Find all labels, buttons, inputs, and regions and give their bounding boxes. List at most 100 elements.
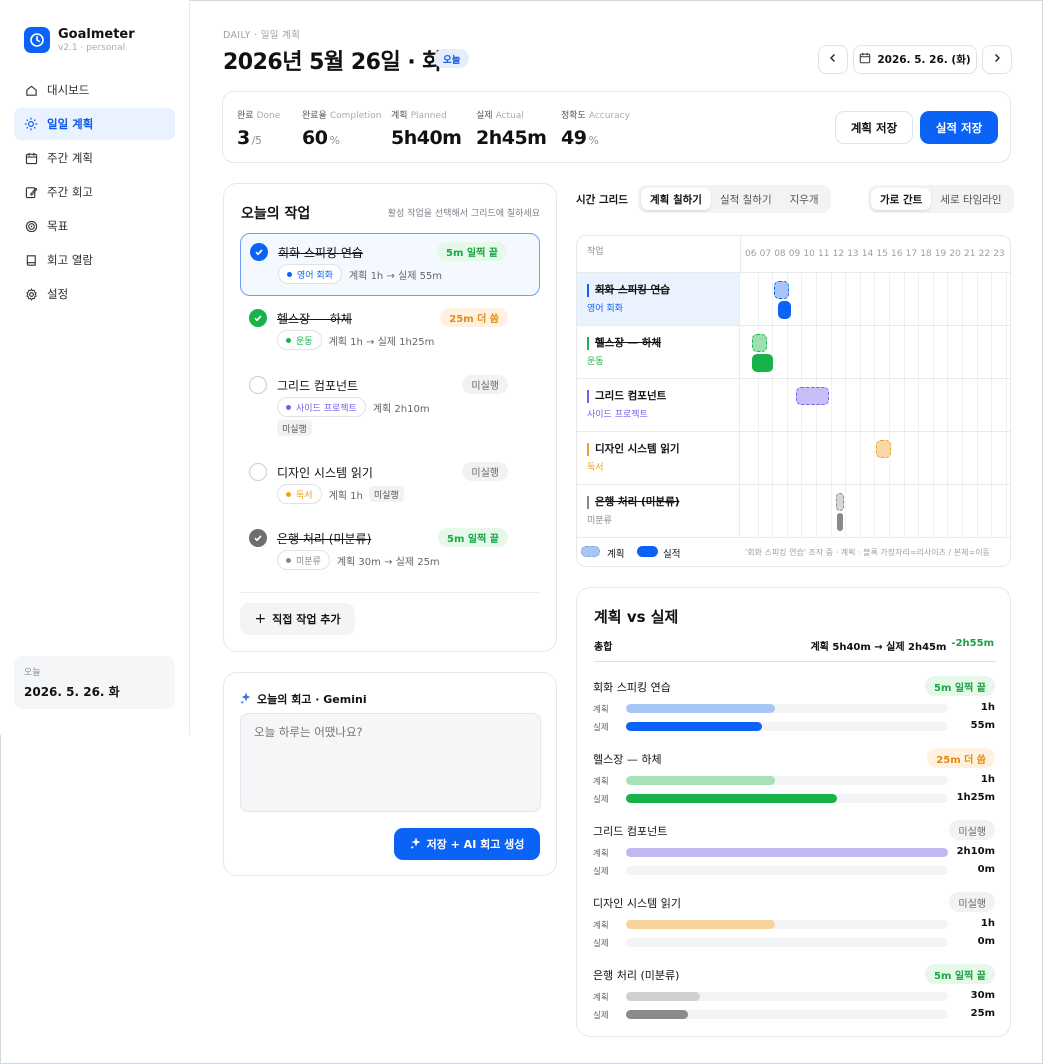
plan-block[interactable] bbox=[876, 440, 891, 458]
tab-paint-actual[interactable]: 실적 칠하기 bbox=[711, 188, 781, 210]
checked-checkbox[interactable] bbox=[250, 243, 268, 261]
add-task-button[interactable]: + 직접 작업 추가 bbox=[240, 603, 355, 635]
actual-value: 0m bbox=[977, 936, 995, 947]
grid-row-label[interactable]: 헬스장 — 하체 운동 bbox=[577, 326, 740, 378]
task-item[interactable]: 헬스장 — 하체 25m 더 씀 운동 계획 1h → 실제 1h25m bbox=[240, 300, 540, 356]
next-day-button[interactable] bbox=[982, 45, 1012, 74]
actual-value: 1h25m bbox=[956, 792, 995, 803]
stats-panel: 완료 Done 3/5 완료율 Completion 60% 계획 Planned 5h40… bbox=[222, 91, 1011, 163]
hour-label: 11 bbox=[818, 249, 830, 259]
grid-row: 은행 처리 (미분류) 미분류 bbox=[577, 484, 1010, 537]
sidebar-item-dashboard[interactable]: 대시보드 bbox=[14, 74, 175, 106]
legend-plan-swatch bbox=[581, 546, 600, 557]
stat-value: 49 bbox=[561, 127, 587, 149]
task-item[interactable]: 그리드 컴포넌트 미실행 사이드 프로젝트 계획 2h10m 미실행 bbox=[240, 367, 540, 445]
tab-horizontal-gantt[interactable]: 가로 간트 bbox=[871, 188, 932, 210]
compare-item: 회화 스피킹 연습 5m 일찍 끝 계획 실제 1h 55m bbox=[593, 676, 995, 740]
retro-textarea[interactable] bbox=[240, 713, 541, 812]
plan-track bbox=[626, 920, 948, 929]
stat-planned: 계획 Planned 5h40m bbox=[391, 108, 462, 149]
grid-row-label[interactable]: 디자인 시스템 읽기 독서 bbox=[577, 432, 740, 484]
actual-block[interactable] bbox=[777, 301, 791, 319]
task-name: 은행 처리 (미분류) bbox=[277, 532, 372, 546]
task-meta: 계획 1h → 실제 55m bbox=[348, 270, 443, 282]
plan-block[interactable] bbox=[796, 387, 829, 405]
tab-eraser[interactable]: 지우개 bbox=[781, 188, 828, 210]
category-dot bbox=[286, 557, 291, 563]
task-item[interactable]: 회화 스피킹 연습 5m 일찍 끝 영어 회화 계획 1h → 실제 55m bbox=[240, 233, 540, 296]
retro-title: 오늘의 회고 · Gemini bbox=[257, 693, 367, 706]
sparkle-icon bbox=[240, 692, 252, 707]
actual-block[interactable] bbox=[836, 513, 844, 531]
sidebar-item-weekly-plan[interactable]: 주간 계획 bbox=[14, 142, 175, 174]
plan-block[interactable] bbox=[752, 334, 767, 352]
sidebar-item-weekly-retro[interactable]: 주간 회고 bbox=[14, 176, 175, 208]
sidebar-item-settings[interactable]: 설정 bbox=[14, 278, 175, 310]
sidebar-item-goals[interactable]: 목표 bbox=[14, 210, 175, 242]
prev-day-button[interactable] bbox=[818, 45, 848, 74]
target-icon bbox=[24, 219, 38, 233]
grid-row-label[interactable]: 회화 스피킹 연습 영어 회화 bbox=[577, 273, 740, 325]
sidebar-item-label: 주간 계획 bbox=[47, 151, 93, 165]
divider bbox=[594, 661, 996, 662]
actual-value: 0m bbox=[977, 864, 995, 875]
sparkle-icon bbox=[409, 837, 422, 852]
legend-note: '회화 스피킹 연습' 조작 중 · 계획 · 블록 가장자리=리사이즈 / 본… bbox=[745, 547, 1009, 558]
save-generate-button[interactable]: 저장 + AI 회고 생성 bbox=[394, 828, 540, 860]
hour-label: 17 bbox=[905, 249, 918, 259]
grid-row: 그리드 컴포넌트 사이드 프로젝트 bbox=[577, 378, 1010, 431]
compare-item-name: 디자인 시스템 읽기 bbox=[593, 897, 681, 910]
plan-bar bbox=[626, 992, 701, 1001]
task-item[interactable]: 디자인 시스템 읽기 미실행 독서 계획 1h 미실행 bbox=[240, 454, 540, 514]
gear-icon bbox=[24, 287, 38, 301]
category-label: 독서 bbox=[296, 490, 313, 501]
plus-icon: + bbox=[254, 611, 267, 627]
hour-label: 14 bbox=[861, 249, 874, 259]
stat-accuracy: 정확도 Accuracy 49% bbox=[561, 108, 630, 149]
hour-label: 10 bbox=[803, 249, 815, 259]
grid-row-label[interactable]: 그리드 컴포넌트 사이드 프로젝트 bbox=[577, 379, 740, 431]
app-version: v2.1 · personal bbox=[58, 43, 126, 53]
category-dot bbox=[286, 337, 291, 343]
category-dot bbox=[287, 271, 292, 277]
sidebar-item-daily-plan[interactable]: 일일 계획 bbox=[14, 108, 175, 140]
unexecuted-label: 미실행 bbox=[368, 486, 404, 502]
checked-checkbox[interactable] bbox=[249, 529, 267, 547]
compare-status-badge: 미실행 bbox=[949, 820, 995, 840]
task-item[interactable]: 은행 처리 (미분류) 5m 일찍 끝 미분류 계획 30m → 실제 25m bbox=[240, 520, 540, 576]
date-picker-button[interactable]: 2026. 5. 26. (화) bbox=[853, 45, 977, 74]
save-plan-button[interactable]: 계획 저장 bbox=[835, 111, 913, 144]
hour-label: 12 bbox=[832, 249, 845, 259]
plan-value: 30m bbox=[970, 990, 995, 1001]
plan-block[interactable] bbox=[774, 281, 789, 299]
hour-label: 18 bbox=[920, 249, 932, 259]
plan-label: 계획 bbox=[593, 921, 609, 931]
sidebar-item-retro-browse[interactable]: 회고 열람 bbox=[14, 244, 175, 276]
task-meta-row: 사이드 프로젝트 계획 2h10m bbox=[277, 397, 430, 417]
stat-value: 60 bbox=[302, 127, 328, 149]
task-meta-row: 운동 계획 1h → 실제 1h25m bbox=[277, 330, 434, 350]
plan-block[interactable] bbox=[836, 493, 844, 511]
save-actual-button[interactable]: 실적 저장 bbox=[920, 111, 998, 144]
stat-label: 완료 bbox=[237, 111, 254, 121]
grid-row-name: 헬스장 — 하체 bbox=[587, 337, 739, 350]
check-icon bbox=[255, 249, 263, 256]
sun-icon bbox=[24, 117, 38, 131]
compare-total-diff: -2h55m bbox=[951, 638, 994, 649]
grid-row-category: 미분류 bbox=[587, 516, 612, 526]
grid-row-label[interactable]: 은행 처리 (미분류) 미분류 bbox=[577, 485, 740, 537]
page-title: 2026년 5월 26일 · 화 bbox=[223, 50, 443, 75]
legend-note-text: '회화 스피킹 연습' 조작 중 · 계획 · 블록 가장자리=리사이즈 / 본… bbox=[745, 548, 990, 557]
home-icon bbox=[24, 83, 38, 97]
plan-bar bbox=[626, 848, 948, 857]
checked-checkbox[interactable] bbox=[249, 309, 267, 327]
compare-item: 디자인 시스템 읽기 미실행 계획 실제 1h 0m bbox=[593, 892, 995, 956]
chevron-left-icon bbox=[828, 53, 838, 66]
unchecked-checkbox[interactable] bbox=[249, 376, 267, 394]
unchecked-checkbox[interactable] bbox=[249, 463, 267, 481]
compare-total-value: 계획 5h40m → 실제 2h45m bbox=[810, 642, 947, 653]
sidebar-today: 오늘 2026. 5. 26. 화 bbox=[14, 656, 175, 709]
actual-block[interactable] bbox=[752, 354, 774, 372]
tab-vertical-timeline[interactable]: 세로 타임라인 bbox=[931, 188, 1010, 210]
tab-paint-plan[interactable]: 계획 칠하기 bbox=[641, 188, 711, 210]
